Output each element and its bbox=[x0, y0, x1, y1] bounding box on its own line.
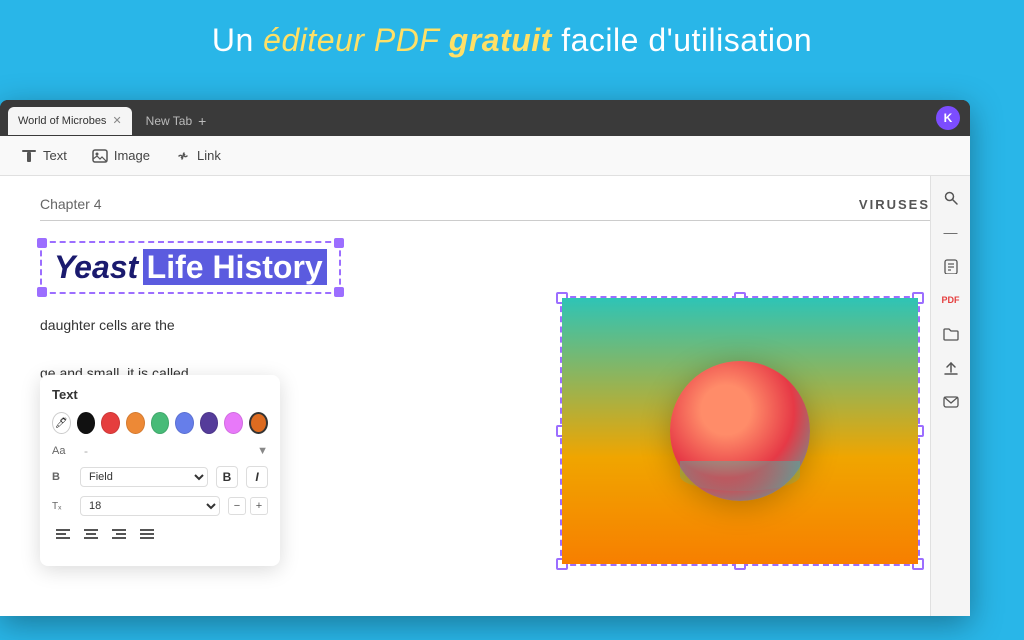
toolbar-link[interactable]: Link bbox=[174, 147, 221, 165]
color-row: 🖊 bbox=[52, 412, 268, 434]
size-label: Tₓ bbox=[52, 501, 72, 512]
tab-label-new: New Tab bbox=[146, 114, 192, 128]
minus-sidebar-icon[interactable]: — bbox=[937, 218, 965, 246]
anchor-tr bbox=[334, 238, 344, 248]
color-purple[interactable] bbox=[200, 412, 219, 434]
right-sidebar: — PDF bbox=[930, 176, 970, 616]
color-black[interactable] bbox=[77, 412, 96, 434]
tagline-highlight2: gratuit bbox=[449, 22, 552, 58]
size-row: Tₓ 18 − + bbox=[52, 496, 268, 516]
toolbar-image[interactable]: Image bbox=[91, 147, 150, 165]
search-sidebar-icon[interactable] bbox=[937, 184, 965, 212]
tab-bar: World of Microbes ✕ New Tab + K bbox=[0, 100, 970, 136]
font-size-label: Aa bbox=[52, 445, 72, 457]
tagline-middle bbox=[439, 22, 448, 58]
image-selection-box[interactable] bbox=[560, 296, 920, 566]
panel-title: Text bbox=[52, 387, 268, 402]
tab-plus-icon[interactable]: + bbox=[198, 113, 206, 129]
tagline: Un éditeur PDF gratuit facile d'utilisat… bbox=[0, 0, 1024, 77]
dropdown-arrow[interactable]: ▼ bbox=[257, 445, 268, 457]
mail-sidebar-icon[interactable] bbox=[937, 388, 965, 416]
anchor-bl bbox=[37, 287, 47, 297]
tagline-suffix: facile d'utilisation bbox=[552, 22, 812, 58]
user-avatar[interactable]: K bbox=[936, 106, 960, 130]
tagline-highlight1: éditeur PDF bbox=[263, 22, 439, 58]
color-orange[interactable] bbox=[126, 412, 145, 434]
browser-window: World of Microbes ✕ New Tab + K Text bbox=[0, 100, 970, 616]
chapter-title: VIRUSES bbox=[859, 197, 930, 212]
content-area: Chapter 4 VIRUSES Yeast Life History dau… bbox=[0, 176, 970, 616]
align-left-button[interactable] bbox=[52, 524, 74, 546]
align-justify-button[interactable] bbox=[136, 524, 158, 546]
bold-label: B bbox=[52, 471, 72, 483]
italic-button[interactable]: I bbox=[246, 466, 268, 488]
align-center-button[interactable] bbox=[80, 524, 102, 546]
align-buttons bbox=[52, 524, 158, 546]
image-icon bbox=[91, 147, 109, 165]
color-red[interactable] bbox=[101, 412, 120, 434]
color-style-icon[interactable]: 🖊 bbox=[52, 412, 71, 434]
color-green[interactable] bbox=[151, 412, 170, 434]
tab-new-tab[interactable]: New Tab + bbox=[136, 107, 236, 135]
text-panel: Text 🖊 Aa - ▼ B bbox=[40, 375, 280, 566]
editor-toolbar: Text Image Link bbox=[0, 136, 970, 176]
folder-sidebar-icon[interactable] bbox=[937, 320, 965, 348]
size-increment[interactable]: + bbox=[250, 497, 268, 515]
font-size-dash: - bbox=[84, 444, 88, 458]
sphere-object bbox=[670, 361, 810, 501]
link-icon bbox=[174, 147, 192, 165]
sphere-image bbox=[562, 298, 918, 564]
size-decrement[interactable]: − bbox=[228, 497, 246, 515]
toolbar-text[interactable]: Text bbox=[20, 147, 67, 165]
anchor-tl bbox=[37, 238, 47, 248]
color-brown[interactable] bbox=[249, 412, 268, 434]
color-indigo[interactable] bbox=[175, 412, 194, 434]
tagline-prefix: Un bbox=[212, 22, 263, 58]
color-pink[interactable] bbox=[224, 412, 243, 434]
download-sidebar-icon[interactable] bbox=[937, 252, 965, 280]
font-size-row: Aa - ▼ bbox=[52, 444, 268, 458]
text-icon bbox=[20, 147, 38, 165]
tab-world-of-microbes[interactable]: World of Microbes ✕ bbox=[8, 107, 132, 135]
anchor-br bbox=[334, 287, 344, 297]
toolbar-image-label: Image bbox=[114, 148, 150, 163]
toolbar-link-label: Link bbox=[197, 148, 221, 163]
tab-label-world: World of Microbes bbox=[18, 115, 106, 127]
heading-italic-text: Yeast bbox=[54, 249, 138, 285]
bold-field-row: B Field B I bbox=[52, 466, 268, 488]
heading-highlight-text: Life History bbox=[143, 249, 327, 285]
body-line-1: daughter cells are the bbox=[40, 314, 500, 338]
tab-close-icon[interactable]: ✕ bbox=[112, 116, 121, 127]
alignment-row bbox=[52, 524, 268, 546]
chapter-header: Chapter 4 VIRUSES bbox=[40, 196, 930, 221]
toolbar-text-label: Text bbox=[43, 148, 67, 163]
bold-button[interactable]: B bbox=[216, 466, 238, 488]
size-select[interactable]: 18 bbox=[80, 496, 220, 516]
image-content bbox=[562, 298, 918, 564]
size-stepper: − + bbox=[228, 497, 268, 515]
pdf-sidebar-icon[interactable]: PDF bbox=[937, 286, 965, 314]
upload-sidebar-icon[interactable] bbox=[937, 354, 965, 382]
heading-selection[interactable]: Yeast Life History bbox=[40, 241, 341, 294]
chapter-label: Chapter 4 bbox=[40, 196, 101, 212]
align-right-button[interactable] bbox=[108, 524, 130, 546]
field-select[interactable]: Field bbox=[80, 467, 208, 487]
